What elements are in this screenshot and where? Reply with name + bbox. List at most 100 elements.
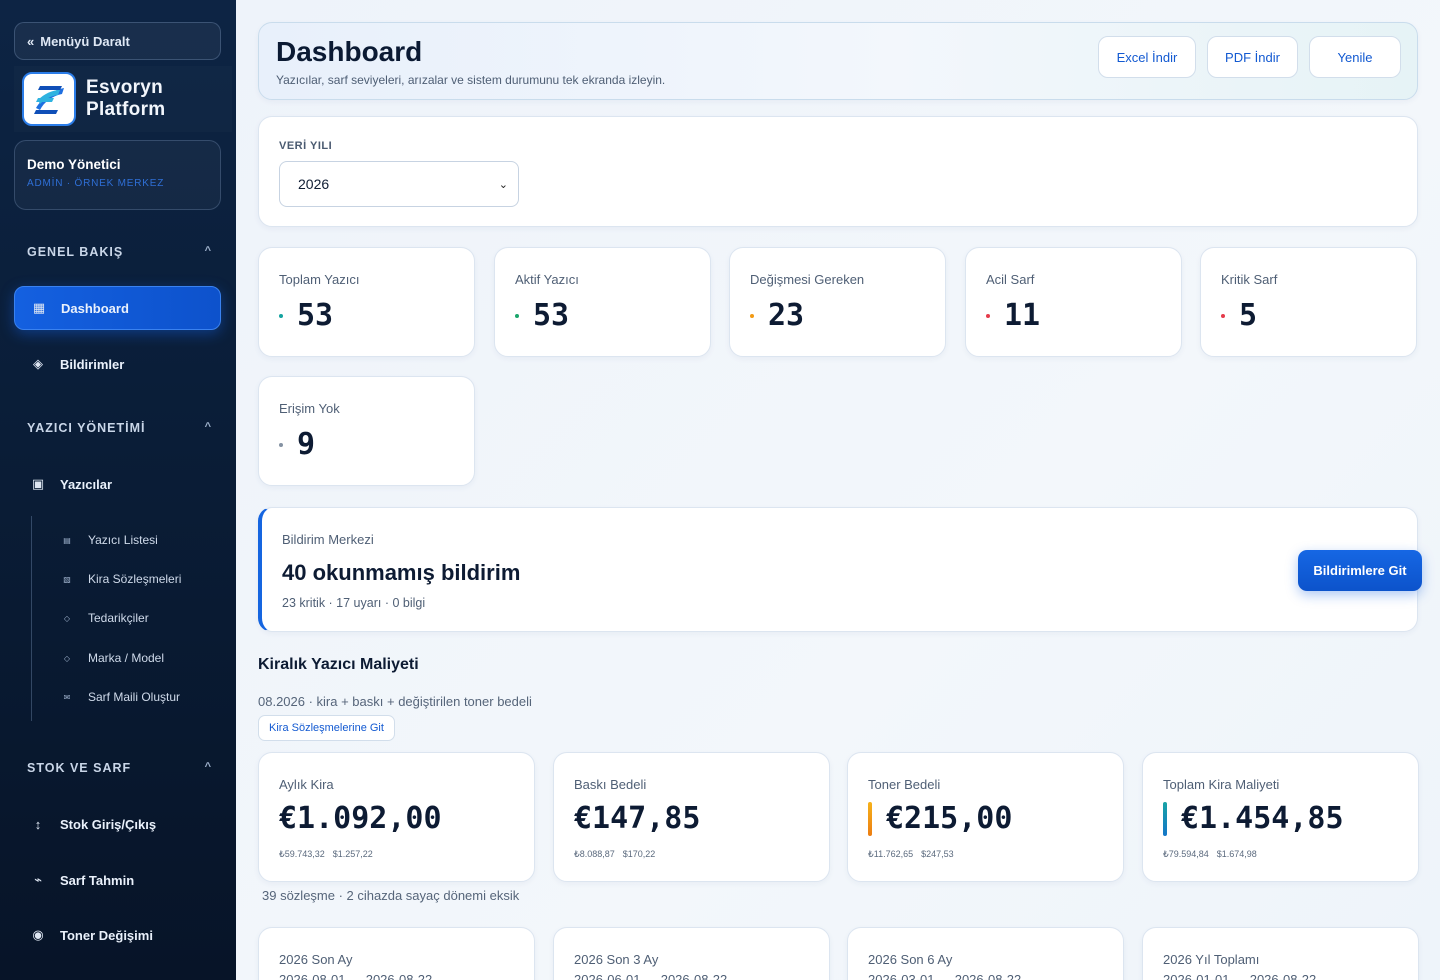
section-yazici-yonetimi[interactable]: YAZICI YÖNETİMİ ^ (27, 421, 212, 435)
stat-card-toplam-yazici: Toplam Yazıcı 53 (258, 247, 475, 357)
status-dot (279, 442, 283, 447)
cost-usd: $247,53 (921, 849, 954, 859)
accent-bar (1163, 801, 1167, 836)
period-label: 2026 Yıl Toplamı (1163, 952, 1260, 967)
cost-label: Aylık Kira (279, 777, 334, 792)
stat-value: 23 (750, 298, 804, 333)
sidebar: « Menüyü Daralt Esvoryn Platform Demo Yö… (0, 0, 236, 980)
caret-up-icon: ^ (204, 421, 212, 433)
stat-card-erisim-yok: Erişim Yok 9 (258, 376, 475, 486)
sub-item-label: Marka / Model (88, 651, 165, 665)
nav-label: Yazıcılar (60, 476, 113, 492)
rental-cost-title: Kiralık Yazıcı Maliyeti (258, 656, 419, 673)
period-range: 2026-01-01 → 2026-08-22 (1163, 972, 1317, 980)
status-dot (986, 313, 990, 318)
pdf-download-button[interactable]: PDF İndir (1207, 36, 1298, 78)
submenu-guide-line (31, 516, 32, 721)
nav-label: Bildirimler (60, 356, 125, 372)
excel-download-button[interactable]: Excel İndir (1098, 36, 1196, 78)
nav-item-bildirimler[interactable]: ◈ Bildirimler (14, 342, 221, 386)
cost-card-toner-bedeli: Toner Bedeli €215,00 ₺11.762,65 $247,53 (847, 752, 1124, 882)
stat-value: 5 (1221, 298, 1257, 333)
cost-card-aylik-kira: Aylık Kira €1.092,00 ₺59.743,32 $1.257,22 (258, 752, 535, 882)
cost-usd: $170,22 (622, 849, 656, 859)
section-stok-ve-sarf[interactable]: STOK VE SARF ^ (27, 761, 212, 775)
nav-label: Toner Değişimi (60, 927, 153, 943)
nav-item-stok[interactable]: ↕ Stok Giriş/Çıkış (14, 802, 221, 846)
rental-cost-note: 39 sözleşme · 2 cihazda sayaç dönemi eks… (262, 888, 520, 903)
stat-number: 23 (768, 298, 805, 333)
stat-number: 53 (297, 298, 334, 333)
nav-item-dashboard[interactable]: ▦ Dashboard (14, 286, 221, 330)
notification-count-title: 40 okunmamış bildirim (282, 560, 521, 585)
nav-item-sarf-tahmin[interactable]: ⌁ Sarf Tahmin (14, 858, 221, 902)
brand-logo (22, 72, 76, 126)
refresh-button[interactable]: Yenile (1309, 36, 1401, 78)
sub-item-label: Tedarikçiler (88, 611, 149, 625)
year-select[interactable]: 2026 ⌄ (279, 161, 519, 207)
page-title: Dashboard (276, 36, 423, 67)
stat-value: 9 (279, 427, 315, 462)
stat-number: 9 (297, 427, 316, 462)
stat-number: 53 (533, 298, 570, 333)
stat-number: 11 (1004, 298, 1041, 333)
section-title: STOK VE SARF (27, 761, 132, 775)
sub-item-marka-model[interactable]: ◇ Marka / Model (62, 651, 164, 665)
section-genel-bakis[interactable]: GENEL BAKIŞ ^ (27, 245, 212, 259)
go-to-notifications-button[interactable]: Bildirimlere Git (1298, 550, 1422, 591)
cost-value: €147,85 (574, 801, 700, 836)
user-card[interactable]: Demo Yönetici ADMİN · ÖRNEK MERKEZ (14, 140, 221, 210)
cost-conversions: ₺11.762,65 $247,53 (868, 849, 962, 860)
cost-label: Toner Bedeli (868, 777, 941, 792)
sub-item-label: Sarf Maili Oluştur (88, 690, 181, 704)
stat-card-degismesi-gereken: Değişmesi Gereken 23 (729, 247, 946, 357)
nav-label: Stok Giriş/Çıkış (60, 816, 157, 832)
status-dot (515, 313, 519, 318)
chevron-down-icon: ⌄ (498, 178, 508, 191)
nav-item-toner[interactable]: ◉ Toner Değişimi (14, 913, 221, 957)
accent-bar (868, 801, 872, 836)
sub-item-yazici-listesi[interactable]: ▤ Yazıcı Listesi (62, 533, 158, 547)
page-subtitle: Yazıcılar, sarf seviyeleri, arızalar ve … (276, 73, 666, 87)
contract-icon: ▧ (63, 574, 71, 584)
year-filter-card: VERİ YILI 2026 ⌄ (258, 116, 1418, 227)
sub-item-label: Kira Sözleşmeleri (88, 572, 182, 586)
sub-item-kira-sozlesmeleri[interactable]: ▧ Kira Sözleşmeleri (62, 572, 181, 586)
stat-value: 53 (515, 298, 569, 333)
cost-usd: $1.674,98 (1216, 849, 1257, 859)
section-title: GENEL BAKIŞ (27, 245, 124, 259)
grid-icon: ▦ (32, 300, 46, 315)
brand: Esvoryn Platform (14, 66, 232, 132)
collapse-menu-button[interactable]: « Menüyü Daralt (14, 22, 221, 60)
caret-up-icon: ^ (204, 761, 212, 773)
sub-item-tedarikciler[interactable]: ◇ Tedarikçiler (62, 611, 149, 625)
cost-conversions: ₺79.594,84 $1.674,98 (1163, 849, 1265, 860)
cost-value: €1.454,85 (1163, 801, 1344, 836)
sub-item-label: Yazıcı Listesi (88, 533, 158, 547)
cost-amount: €147,85 (574, 801, 701, 836)
stat-label: Aktif Yazıcı (515, 272, 579, 287)
stat-label: Değişmesi Gereken (750, 272, 865, 287)
nav-item-yazicilar[interactable]: ▣ Yazıcılar (14, 462, 221, 506)
cost-usd: $1.257,22 (332, 849, 373, 859)
cost-amount: €1.454,85 (1181, 801, 1344, 836)
diamond-small-icon: ◇ (63, 613, 71, 623)
stat-label: Toplam Yazıcı (279, 272, 360, 287)
status-dot (750, 313, 754, 318)
printer-icon: ▣ (31, 476, 45, 491)
cost-label: Baskı Bedeli (574, 777, 647, 792)
cost-value: €215,00 (868, 801, 1012, 836)
user-name: Demo Yönetici (27, 157, 121, 172)
double-chevron-left-icon: « (27, 33, 35, 49)
mail-icon: ✉ (63, 692, 71, 702)
rental-cost-subtitle: 08.2026 · kira + baskı + değiştirilen to… (258, 694, 532, 709)
stat-card-acil-sarf: Acil Sarf 11 (965, 247, 1182, 357)
stat-value: 53 (279, 298, 333, 333)
period-label: 2026 Son 6 Ay (868, 952, 953, 967)
cost-card-baski-bedeli: Baskı Bedeli €147,85 ₺8.088,87 $170,22 (553, 752, 830, 882)
nav-label: Sarf Tahmin (60, 872, 135, 888)
sub-item-sarf-maili[interactable]: ✉ Sarf Maili Oluştur (62, 690, 180, 704)
status-dot (1221, 313, 1225, 318)
go-to-contracts-link[interactable]: Kira Sözleşmelerine Git (258, 715, 395, 741)
list-icon: ▤ (63, 535, 71, 545)
